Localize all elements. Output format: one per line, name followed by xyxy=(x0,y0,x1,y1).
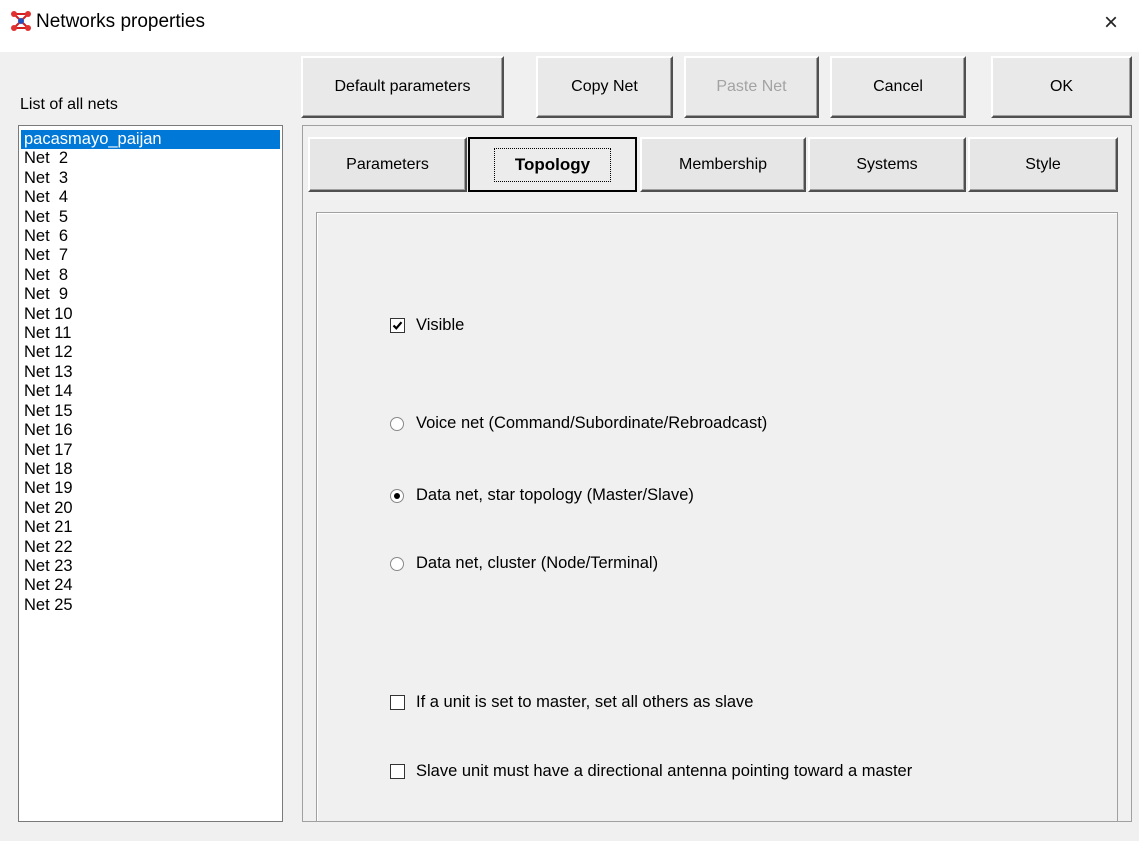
data-net-star-radio[interactable] xyxy=(390,488,404,503)
master-slave-option[interactable]: If a unit is set to master, set all othe… xyxy=(390,693,754,712)
tab-membership[interactable]: Membership xyxy=(640,137,806,192)
voice-net-label: Voice net (Command/Subordinate/Rebroadca… xyxy=(416,414,768,432)
list-item[interactable]: Net 14 xyxy=(21,382,280,401)
list-item[interactable]: Net 24 xyxy=(21,576,280,595)
list-item[interactable]: Net 23 xyxy=(21,557,280,576)
topology-group-box xyxy=(316,212,1118,822)
list-item[interactable]: Net 22 xyxy=(21,538,280,557)
directional-antenna-label: Slave unit must have a directional anten… xyxy=(416,762,913,780)
visible-label: Visible xyxy=(416,316,465,334)
title-bar: Networks properties × xyxy=(0,0,1139,52)
directional-antenna-option[interactable]: Slave unit must have a directional anten… xyxy=(390,762,912,781)
list-item[interactable]: Net 25 xyxy=(21,596,280,615)
copy-net-button[interactable]: Copy Net xyxy=(536,56,673,118)
list-item[interactable]: Net 2 xyxy=(21,149,280,168)
tab-parameters[interactable]: Parameters xyxy=(308,137,467,192)
list-item[interactable]: Net 10 xyxy=(21,305,280,324)
list-item[interactable]: Net 4 xyxy=(21,188,280,207)
window-title: Networks properties xyxy=(36,11,205,32)
list-item[interactable]: Net 19 xyxy=(21,479,280,498)
list-item[interactable]: Net 17 xyxy=(21,441,280,460)
list-item[interactable]: Net 5 xyxy=(21,208,280,227)
tab-systems[interactable]: Systems xyxy=(808,137,966,192)
checkmark-icon xyxy=(392,321,403,330)
tab-style[interactable]: Style xyxy=(968,137,1118,192)
list-item[interactable]: Net 16 xyxy=(21,421,280,440)
data-net-cluster-label: Data net, cluster (Node/Terminal) xyxy=(416,554,659,572)
radio-dot-icon xyxy=(394,492,400,499)
list-item[interactable]: Net 6 xyxy=(21,227,280,246)
list-item[interactable]: Net 13 xyxy=(21,363,280,382)
data-net-cluster-radio[interactable] xyxy=(390,556,404,571)
data-net-star-option[interactable]: Data net, star topology (Master/Slave) xyxy=(390,486,694,505)
list-item[interactable]: Net 18 xyxy=(21,460,280,479)
tab-label: Membership xyxy=(678,155,768,173)
tab-label: Topology xyxy=(493,147,612,182)
list-item[interactable]: Net 12 xyxy=(21,343,280,362)
close-icon[interactable]: × xyxy=(1097,6,1125,40)
list-item[interactable]: pacasmayo_paijan xyxy=(21,130,280,150)
list-item[interactable]: Net 20 xyxy=(21,499,280,518)
cancel-button[interactable]: Cancel xyxy=(830,56,966,118)
data-net-star-label: Data net, star topology (Master/Slave) xyxy=(416,486,694,504)
list-item[interactable]: Net 7 xyxy=(21,246,280,265)
network-app-icon xyxy=(10,10,32,32)
default-parameters-button[interactable]: Default parameters xyxy=(301,56,504,118)
voice-net-radio[interactable] xyxy=(390,416,404,431)
ok-button[interactable]: OK xyxy=(991,56,1132,118)
data-net-cluster-option[interactable]: Data net, cluster (Node/Terminal) xyxy=(390,554,658,573)
tab-label: Style xyxy=(1025,155,1061,173)
paste-net-button[interactable]: Paste Net xyxy=(684,56,819,118)
directional-antenna-checkbox[interactable] xyxy=(390,764,405,779)
list-item[interactable]: Net 11 xyxy=(21,324,280,343)
list-item[interactable]: Net 15 xyxy=(21,402,280,421)
visible-option[interactable]: Visible xyxy=(390,316,464,335)
list-item[interactable]: Net 21 xyxy=(21,518,280,537)
tab-topology[interactable]: Topology xyxy=(468,137,637,192)
voice-net-option[interactable]: Voice net (Command/Subordinate/Rebroadca… xyxy=(390,414,767,433)
master-slave-checkbox[interactable] xyxy=(390,695,405,710)
list-item[interactable]: Net 8 xyxy=(21,266,280,285)
nets-listbox[interactable]: pacasmayo_paijan Net 2 Net 3 Net 4 Net 5 Net … xyxy=(18,125,283,822)
visible-checkbox[interactable] xyxy=(390,318,405,333)
list-item[interactable]: Net 9 xyxy=(21,285,280,304)
master-slave-label: If a unit is set to master, set all othe… xyxy=(416,693,754,711)
tab-label: Systems xyxy=(856,155,918,173)
list-item[interactable]: Net 3 xyxy=(21,169,280,188)
tab-label: Parameters xyxy=(346,155,429,173)
nets-list-label: List of all nets xyxy=(20,96,118,113)
